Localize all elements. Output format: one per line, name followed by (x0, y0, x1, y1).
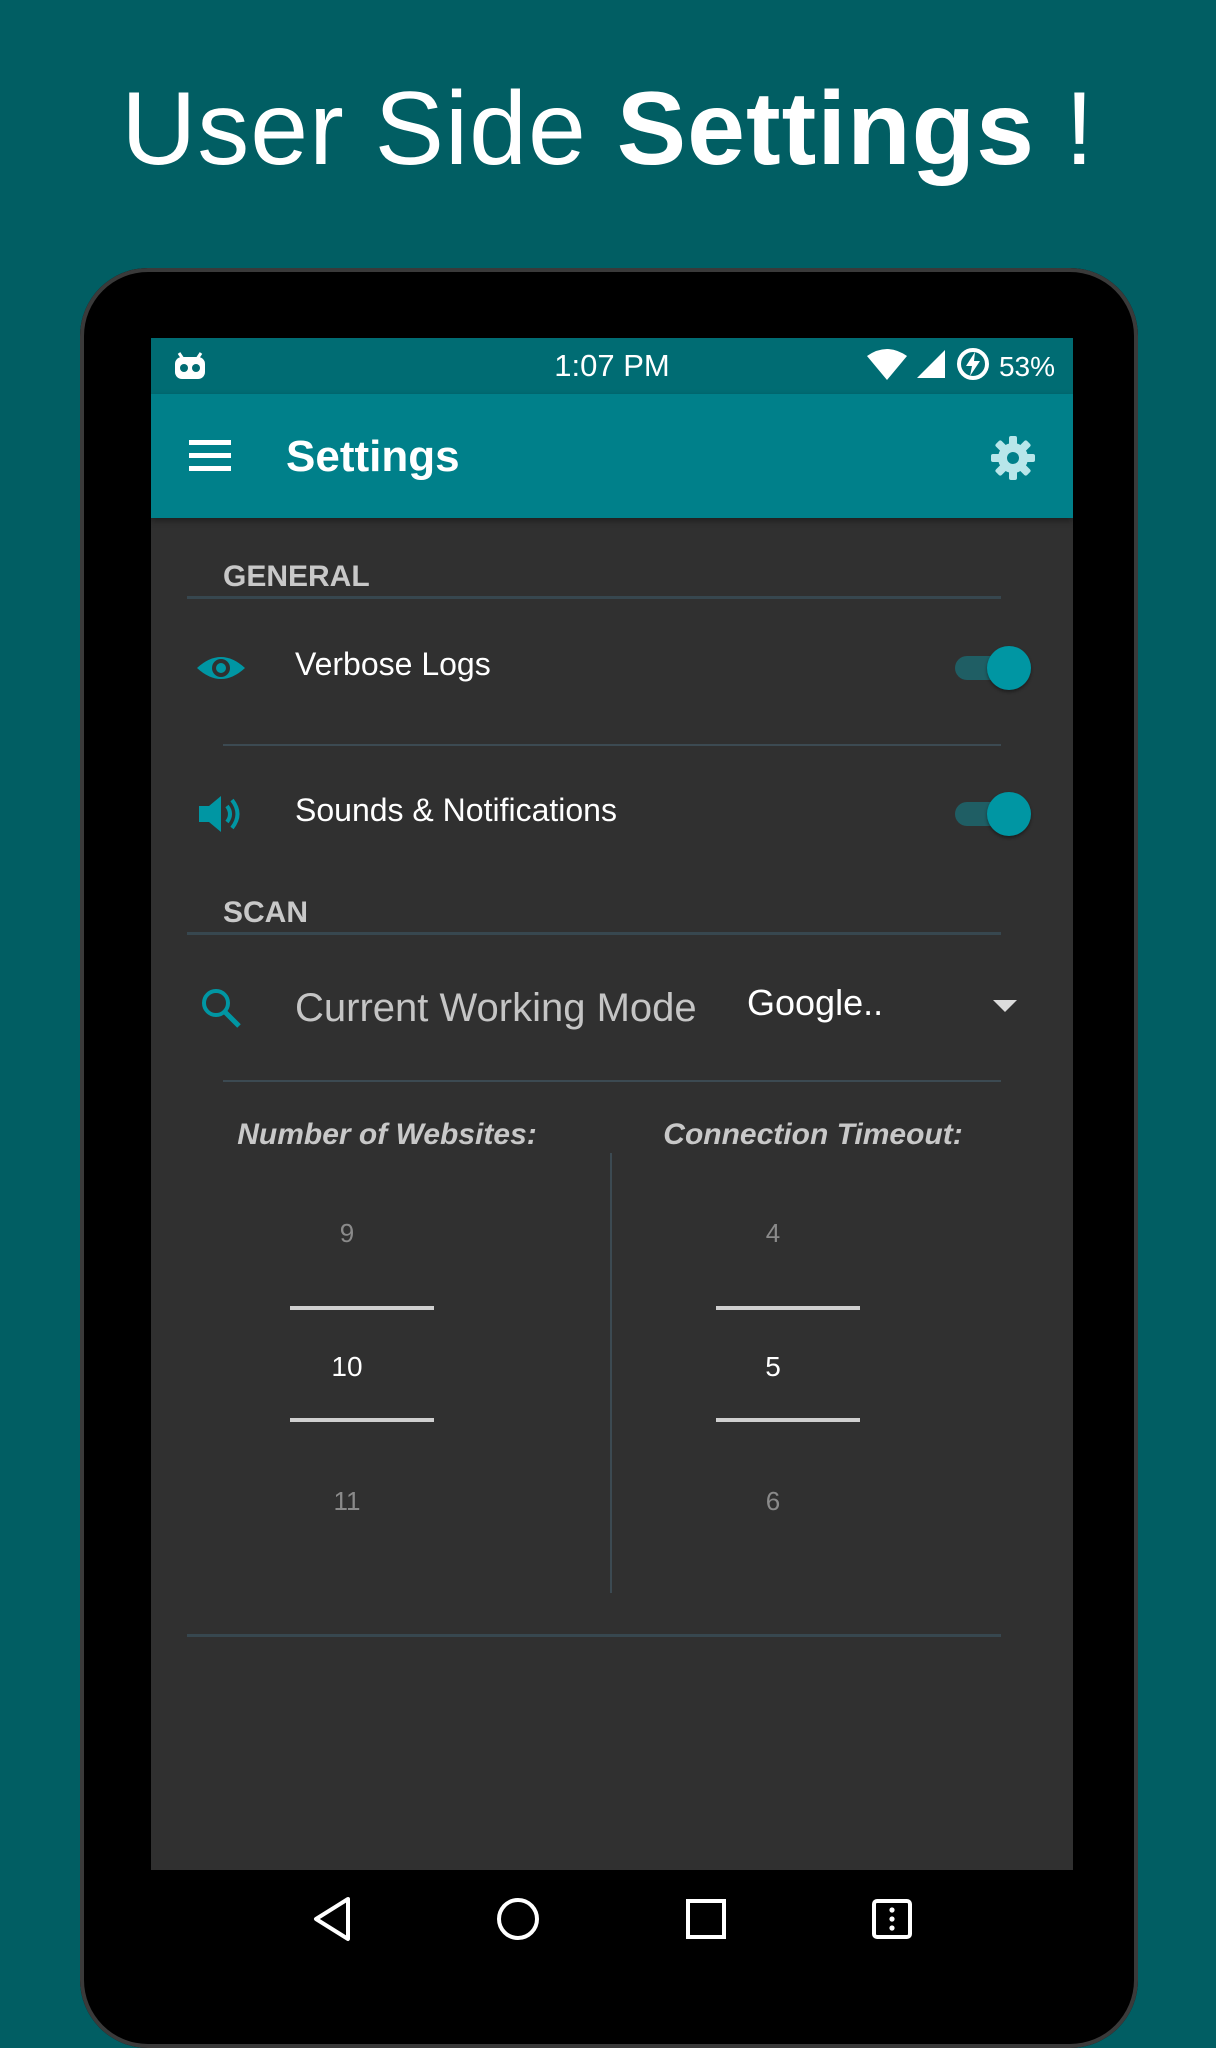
app-bar: Settings (151, 394, 1073, 518)
search-icon (199, 986, 251, 1030)
gear-icon[interactable] (989, 434, 1037, 482)
signal-icon (915, 348, 947, 385)
status-right-group: 53% (866, 346, 1055, 387)
picker-selection-line-bottom (716, 1418, 860, 1422)
hamburger-menu-icon[interactable] (189, 438, 233, 474)
sounds-notifications-toggle[interactable] (953, 792, 1031, 836)
page-title: Settings (286, 432, 460, 481)
headline-suffix: ! (1035, 71, 1095, 187)
volume-icon (195, 792, 247, 836)
picker-selection-line-top (716, 1306, 860, 1310)
headline-light-text: User Side (121, 71, 617, 187)
picker-prev-value[interactable]: 4 (623, 1218, 923, 1249)
picker-selected-value[interactable]: 10 (197, 1351, 497, 1383)
picker-selection-line-bottom (290, 1418, 434, 1422)
verbose-logs-row[interactable]: Verbose Logs (151, 612, 1073, 722)
verbose-logs-toggle[interactable] (953, 646, 1031, 690)
toggle-thumb (987, 792, 1031, 836)
row-divider (223, 1080, 1001, 1082)
status-bar: 1:07 PM 53% (151, 338, 1073, 394)
websites-number-picker[interactable]: 9 10 11 (197, 1218, 497, 1558)
wifi-icon (866, 348, 907, 385)
websites-picker-title: Number of Websites: (237, 1118, 537, 1151)
dropdown-arrow-icon (993, 1000, 1017, 1012)
working-mode-label: Current Working Mode (295, 986, 697, 1030)
promo-headline: User Side Settings ! (0, 70, 1216, 189)
eye-icon (195, 646, 247, 690)
picker-selected-value[interactable]: 5 (623, 1351, 923, 1383)
menu-icon[interactable] (868, 1895, 916, 1943)
device-screen: 1:07 PM 53% Settings GENERAL Verbose Log… (151, 338, 1073, 1870)
recents-icon[interactable] (682, 1895, 730, 1943)
picker-selection-line-top (290, 1306, 434, 1310)
timeout-picker-title: Connection Timeout: (663, 1118, 963, 1151)
back-icon[interactable] (308, 1895, 356, 1943)
picker-prev-value[interactable]: 9 (197, 1218, 497, 1249)
picker-next-value[interactable]: 11 (197, 1486, 497, 1517)
picker-separator (610, 1153, 612, 1593)
home-icon[interactable] (494, 1895, 542, 1943)
timeout-number-picker[interactable]: 4 5 6 (623, 1218, 923, 1558)
section-divider-bottom (187, 1634, 1001, 1637)
sounds-notifications-label: Sounds & Notifications (295, 792, 617, 828)
battery-percent: 53% (998, 350, 1055, 382)
section-header-scan: SCAN (223, 896, 309, 929)
working-mode-value: Google.. (747, 982, 884, 1023)
sounds-notifications-row[interactable]: Sounds & Notifications (151, 758, 1073, 868)
toggle-thumb (987, 646, 1031, 690)
picker-next-value[interactable]: 6 (623, 1486, 923, 1517)
row-divider (223, 744, 1001, 746)
headline-bold-text: Settings (616, 71, 1035, 187)
section-divider-general (187, 596, 1001, 599)
battery-charging-icon (955, 346, 991, 387)
section-divider-scan (187, 932, 1001, 935)
section-header-general: GENERAL (223, 560, 370, 593)
verbose-logs-label: Verbose Logs (295, 646, 491, 682)
working-mode-dropdown[interactable]: Google.. (747, 968, 1037, 1048)
